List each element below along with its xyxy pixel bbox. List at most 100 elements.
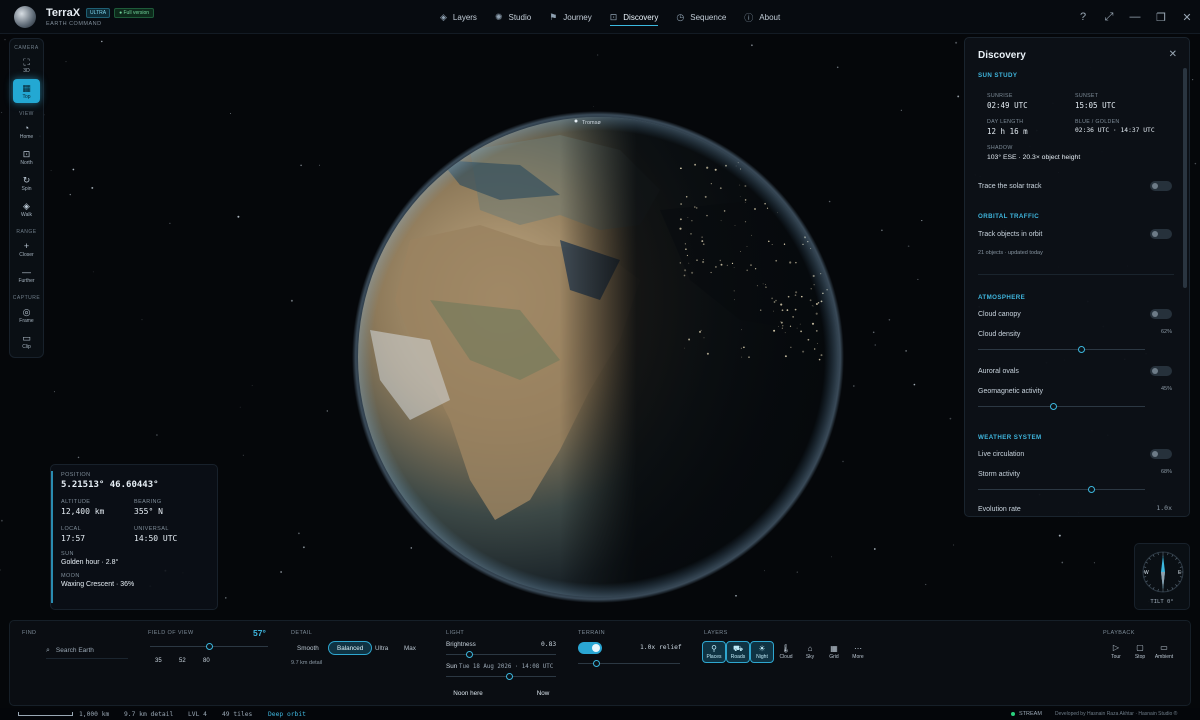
star [169, 222, 171, 225]
bearing-label: BEARING [134, 499, 162, 505]
slider-knob[interactable] [1088, 486, 1096, 493]
close-icon[interactable]: ✕ [1169, 49, 1177, 60]
light-label: LIGHT [446, 630, 465, 636]
layer-places-button[interactable]: ⚲ Places [702, 641, 726, 663]
detail-balanced[interactable]: Balanced [328, 641, 373, 655]
layer-roads-button[interactable]: ⛟ Roads [726, 641, 750, 663]
bottom-control-bar: FIND ⌕ Search Earth FIELD OF VIEW 57° 35 … [9, 620, 1191, 706]
detail-max[interactable]: Max [396, 641, 424, 655]
place-label: Tromsø [582, 120, 601, 126]
cube-icon: ⛶ [23, 56, 30, 67]
panel-scrollbar[interactable] [1183, 68, 1187, 288]
track-orbit-toggle[interactable] [1150, 229, 1172, 239]
camera-3d-button[interactable]: ⛶ 3D [13, 53, 40, 77]
star [0, 519, 3, 522]
now-button[interactable]: Now [530, 686, 556, 700]
compass-tick [1171, 587, 1174, 590]
slider-knob[interactable] [506, 673, 514, 680]
terrain-slider[interactable] [578, 660, 680, 667]
live-circulation-toggle[interactable] [1150, 449, 1172, 459]
restore-icon[interactable]: ❐ [1148, 0, 1174, 34]
view-walk-button[interactable]: ◈ Walk [13, 197, 40, 221]
terrain-relief: 1.0x relief [640, 644, 682, 651]
camera-top-button[interactable]: ▦ Top [13, 79, 40, 103]
view-spin-button[interactable]: ↻ Spin [13, 171, 40, 195]
plus-icon: + [23, 240, 30, 251]
city-light [821, 191, 823, 193]
tab-studio[interactable]: ✺ Studio [495, 0, 531, 34]
slider-knob[interactable] [1049, 403, 1057, 410]
tab-sequence[interactable]: ◷ Sequence [676, 0, 726, 34]
status-detail: 9.7 km detail [124, 711, 174, 718]
layer-grid-button[interactable]: ▦ Grid [822, 641, 846, 663]
geomagnetic-slider[interactable] [978, 403, 1145, 410]
earth-globe[interactable]: Tromsø [352, 111, 844, 603]
layer-sky-button[interactable]: ⌂ Sky [798, 641, 822, 663]
tour-button[interactable]: ▷ Tour [1104, 643, 1128, 660]
star [735, 594, 737, 597]
roads-icon: ⛟ [732, 644, 744, 653]
local-time-value: 17:57 [61, 534, 86, 543]
tab-about[interactable]: ⓘ About [744, 0, 780, 34]
help-icon[interactable]: ? [1070, 0, 1096, 34]
compass-widget[interactable]: W E TILT 0° [1134, 543, 1190, 610]
geomagnetic-percent: 45% [1160, 386, 1172, 392]
sun-time-slider[interactable] [446, 673, 556, 680]
sun-value: Golden hour · 2.8° [61, 559, 119, 566]
status-level: LVL 4 [188, 711, 207, 718]
view-north-button[interactable]: ⊡ North [13, 145, 40, 169]
ambient-button[interactable]: ▭ Ambient [1152, 643, 1176, 660]
capture-frame-button[interactable]: ◎ Frame [13, 303, 40, 327]
fov-preset-35[interactable]: 35 [155, 658, 162, 664]
star [69, 193, 71, 196]
star [229, 113, 231, 114]
city-light [813, 195, 815, 198]
fov-preset-80[interactable]: 80 [203, 658, 210, 664]
city-light [829, 267, 830, 269]
slider-knob[interactable] [592, 660, 600, 667]
tab-discovery[interactable]: ⊡ Discovery [609, 0, 658, 34]
city-light [781, 183, 784, 185]
detail-label: DETAIL [291, 630, 313, 636]
minimize-icon[interactable]: — [1122, 0, 1148, 34]
trace-solar-toggle[interactable] [1150, 181, 1172, 191]
compass-tick [1175, 557, 1178, 560]
scale-label: 1,000 km [79, 711, 110, 718]
layer-more-button[interactable]: ⋯ More [846, 641, 870, 663]
stop-button[interactable]: ▢ Stop [1128, 643, 1152, 660]
layer-night-button[interactable]: ☀ Night [750, 641, 774, 663]
star [155, 434, 158, 436]
star [91, 186, 94, 189]
slider-knob[interactable] [1078, 346, 1086, 353]
close-icon[interactable]: ✕ [1174, 0, 1200, 34]
fov-slider[interactable] [150, 643, 268, 650]
cloud-canopy-toggle[interactable] [1150, 309, 1172, 319]
detail-ultra[interactable]: Ultra [367, 641, 396, 655]
playback-label: PLAYBACK [1103, 630, 1135, 636]
brightness-slider[interactable] [446, 651, 556, 658]
cloud-density-slider[interactable] [978, 346, 1145, 353]
tab-layers[interactable]: ◈ Layers [440, 0, 477, 34]
moon-label: MOON [61, 573, 80, 579]
noon-here-button[interactable]: Noon here [446, 686, 490, 700]
range-closer-button[interactable]: + Closer [13, 237, 40, 261]
tab-journey[interactable]: ⚑ Journey [549, 0, 592, 34]
city-light [820, 171, 822, 173]
layer-cloud-button[interactable]: 🌡 Cloud [774, 641, 798, 663]
star [319, 164, 320, 166]
logo-icon [14, 6, 36, 28]
detail-smooth[interactable]: Smooth [289, 641, 327, 655]
range-further-button[interactable]: — Further [13, 263, 40, 287]
fov-preset-52[interactable]: 52 [179, 658, 186, 664]
auroral-ovals-toggle[interactable] [1150, 366, 1172, 376]
slider-knob[interactable] [465, 651, 473, 658]
view-home-button[interactable]: ◔ Home [13, 119, 40, 143]
storm-activity-slider[interactable] [978, 486, 1145, 493]
search-input[interactable]: ⌕ Search Earth [46, 643, 128, 659]
slider-knob[interactable] [205, 643, 213, 650]
capture-clip-button[interactable]: ▭ Clip [13, 329, 40, 353]
universal-time-label: UNIVERSAL [134, 526, 169, 532]
terrain-toggle[interactable] [578, 642, 602, 654]
layers-label: LAYERS [704, 630, 728, 636]
expand-icon[interactable]: ⤢ [1096, 0, 1122, 34]
